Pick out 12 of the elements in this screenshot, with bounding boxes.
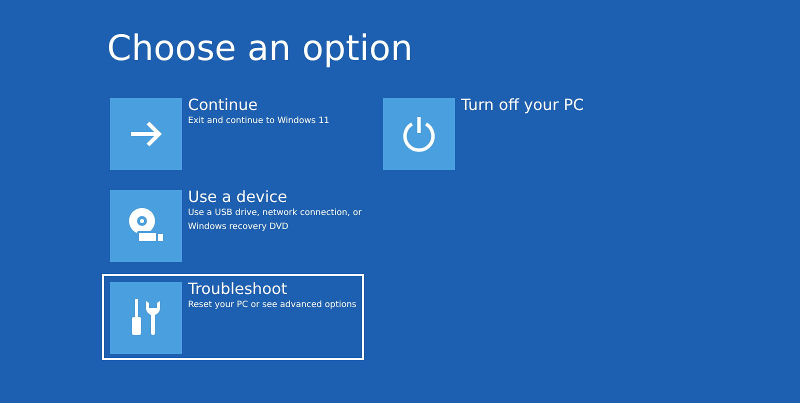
option-label: Continue [188, 96, 258, 114]
option-button[interactable]: Use a device Use a USB drive, network connection, or Windows recovery DVD [102, 182, 364, 268]
option-button[interactable]: Troubleshoot Reset your PC or see advanced options [102, 274, 364, 360]
option-description: Use a USB drive, network connection, or Windows recovery DVD [188, 207, 363, 234]
option-description: Reset your PC or see advanced options [188, 299, 358, 312]
option-button[interactable]: Continue Exit and continue to Windows 11 [102, 90, 364, 176]
option-label: Troubleshoot [188, 280, 288, 298]
option-description: Exit and continue to Windows 11 [188, 115, 330, 128]
option-label: Use a device [188, 188, 288, 206]
option-label: Turn off your PC [461, 96, 584, 114]
option-button[interactable]: Turn off your PC [375, 90, 637, 176]
page-title: Choose an option [107, 28, 414, 70]
